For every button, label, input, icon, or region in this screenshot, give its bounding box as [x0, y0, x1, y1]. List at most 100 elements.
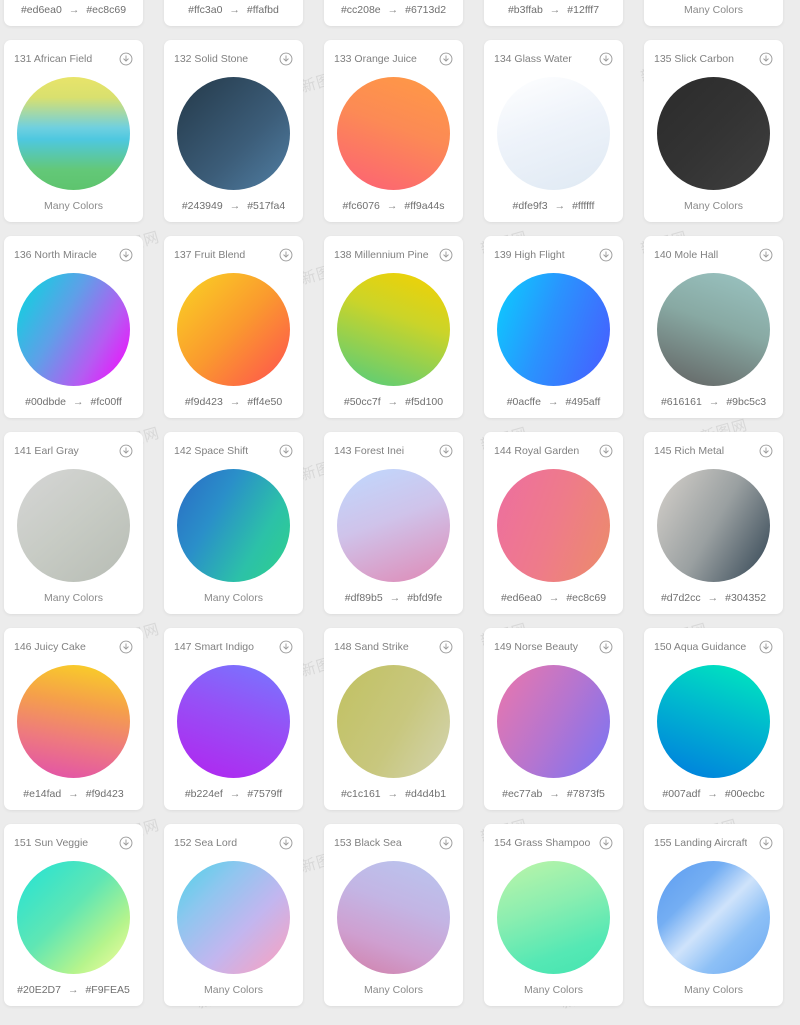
gradient-card[interactable]: 145 Rich Metal #d7d2cc → #304352: [644, 432, 783, 614]
hex-to-label: #ec8c69: [566, 592, 607, 604]
hex-from-label: #d7d2cc: [660, 592, 701, 604]
card-title: 146 Juicy Cake: [14, 641, 86, 653]
hex-from-label: #e14fad: [23, 788, 62, 800]
gradient-swatch[interactable]: [177, 77, 290, 190]
gradient-card[interactable]: #cc208e → #6713d2: [324, 0, 463, 26]
gradient-swatch[interactable]: [497, 469, 610, 582]
card-footer: #20E2D7 → #F9FEA5: [4, 984, 143, 997]
download-circle-icon[interactable]: [599, 444, 613, 458]
gradient-card[interactable]: 146 Juicy Cake #e14fad → #f9d423: [4, 628, 143, 810]
card-title: 149 Norse Beauty: [494, 641, 579, 653]
download-circle-icon[interactable]: [759, 836, 773, 850]
download-circle-icon[interactable]: [119, 444, 133, 458]
gradient-card[interactable]: 148 Sand Strike #c1c161 → #d4d4b1: [324, 628, 463, 810]
download-circle-icon[interactable]: [439, 248, 453, 262]
download-circle-icon[interactable]: [759, 52, 773, 66]
download-circle-icon[interactable]: [439, 640, 453, 654]
gradient-swatch[interactable]: [177, 665, 290, 778]
gradient-swatch[interactable]: [177, 469, 290, 582]
gradient-swatch[interactable]: [337, 273, 450, 386]
gradient-swatch[interactable]: [497, 273, 610, 386]
gradient-swatch[interactable]: [337, 77, 450, 190]
card-title: 136 North Miracle: [14, 249, 97, 261]
gradient-card[interactable]: 153 Black Sea Many Colors: [324, 824, 463, 1006]
gradient-card[interactable]: 136 North Miracle #00dbde → #fc00ff: [4, 236, 143, 418]
card-header: 140 Mole Hall: [654, 246, 773, 264]
gradient-swatch[interactable]: [657, 861, 770, 974]
gradient-card[interactable]: 144 Royal Garden #ed6ea0 → #ec8c69: [484, 432, 623, 614]
gradient-card[interactable]: #b3ffab → #12fff7: [484, 0, 623, 26]
gradient-card[interactable]: 140 Mole Hall #616161 → #9bc5c3: [644, 236, 783, 418]
gradient-swatch[interactable]: [17, 665, 130, 778]
download-circle-icon[interactable]: [119, 640, 133, 654]
card-title: 138 Millennium Pine: [334, 249, 429, 261]
gradient-card[interactable]: #ed6ea0 → #ec8c69: [4, 0, 143, 26]
gradient-card[interactable]: #ffc3a0 → #ffafbd: [164, 0, 303, 26]
gradient-card[interactable]: 154 Grass Shampoo Many Colors: [484, 824, 623, 1006]
gradient-card[interactable]: 141 Earl Gray Many Colors: [4, 432, 143, 614]
gradient-card[interactable]: 132 Solid Stone #243949 → #517fa4: [164, 40, 303, 222]
download-circle-icon[interactable]: [599, 836, 613, 850]
gradient-card[interactable]: 151 Sun Veggie #20E2D7 → #F9FEA5: [4, 824, 143, 1006]
arrow-glyph: →: [229, 788, 241, 800]
gradient-card[interactable]: Many Colors: [644, 0, 783, 26]
gradient-swatch[interactable]: [657, 469, 770, 582]
download-circle-icon[interactable]: [759, 444, 773, 458]
gradient-card[interactable]: 131 African Field Many Colors: [4, 40, 143, 222]
card-header: 142 Space Shift: [174, 442, 293, 460]
gradient-swatch[interactable]: [657, 665, 770, 778]
gradient-card[interactable]: 138 Millennium Pine #50cc7f → #f5d100: [324, 236, 463, 418]
gradient-swatch[interactable]: [497, 665, 610, 778]
hex-to-label: #ec8c69: [86, 4, 127, 16]
gradient-swatch[interactable]: [17, 861, 130, 974]
gradient-swatch[interactable]: [497, 861, 610, 974]
download-circle-icon[interactable]: [279, 52, 293, 66]
download-circle-icon[interactable]: [119, 52, 133, 66]
download-circle-icon[interactable]: [279, 248, 293, 262]
download-circle-icon[interactable]: [599, 640, 613, 654]
download-circle-icon[interactable]: [119, 836, 133, 850]
gradient-swatch[interactable]: [657, 77, 770, 190]
gradient-card[interactable]: 143 Forest Inei #df89b5 → #bfd9fe: [324, 432, 463, 614]
download-circle-icon[interactable]: [119, 248, 133, 262]
gradient-swatch[interactable]: [17, 77, 130, 190]
gradient-swatch[interactable]: [17, 273, 130, 386]
download-circle-icon[interactable]: [279, 444, 293, 458]
gradient-swatch[interactable]: [177, 273, 290, 386]
download-circle-icon[interactable]: [759, 248, 773, 262]
gradient-card[interactable]: 135 Slick Carbon Many Colors: [644, 40, 783, 222]
gradient-card[interactable]: 134 Glass Water #dfe9f3 → #ffffff: [484, 40, 623, 222]
download-circle-icon[interactable]: [759, 640, 773, 654]
download-circle-icon[interactable]: [439, 52, 453, 66]
gradient-swatch[interactable]: [657, 273, 770, 386]
download-circle-icon[interactable]: [439, 444, 453, 458]
gradient-card[interactable]: 150 Aqua Guidance #007adf → #00ecbc: [644, 628, 783, 810]
gradient-swatch[interactable]: [17, 469, 130, 582]
download-circle-icon[interactable]: [599, 248, 613, 262]
gradient-card[interactable]: 139 High Flight #0acffe → #495aff: [484, 236, 623, 418]
gradient-card[interactable]: 149 Norse Beauty #ec77ab → #7873f5: [484, 628, 623, 810]
gradient-card[interactable]: 155 Landing Aircraft Many Colors: [644, 824, 783, 1006]
gradient-card[interactable]: 137 Fruit Blend #f9d423 → #ff4e50: [164, 236, 303, 418]
gradient-card-grid: #ed6ea0 → #ec8c69 #ffc3a0 → #ffafbd #cc208e → #6…: [4, 0, 796, 1006]
download-circle-icon[interactable]: [279, 640, 293, 654]
gradient-swatch[interactable]: [177, 861, 290, 974]
card-footer: #b224ef → #7579ff: [164, 788, 303, 801]
hex-to-label: #304352: [725, 592, 767, 604]
download-circle-icon[interactable]: [439, 836, 453, 850]
download-circle-icon[interactable]: [279, 836, 293, 850]
download-circle-icon[interactable]: [599, 52, 613, 66]
gradient-card[interactable]: 142 Space Shift Many Colors: [164, 432, 303, 614]
gradient-card[interactable]: 147 Smart Indigo #b224ef → #7579ff: [164, 628, 303, 810]
hex-from-label: #ffc3a0: [188, 4, 223, 16]
card-header: 153 Black Sea: [334, 834, 453, 852]
gradient-swatch[interactable]: [337, 861, 450, 974]
gradient-card[interactable]: 152 Sea Lord Many Colors: [164, 824, 303, 1006]
gradient-swatch[interactable]: [497, 77, 610, 190]
hex-to-label: #d4d4b1: [405, 788, 447, 800]
arrow-glyph: →: [73, 396, 84, 408]
gradient-swatch[interactable]: [337, 665, 450, 778]
card-header: 154 Grass Shampoo: [494, 834, 613, 852]
gradient-card[interactable]: 133 Orange Juice #fc6076 → #ff9a44s: [324, 40, 463, 222]
gradient-swatch[interactable]: [337, 469, 450, 582]
